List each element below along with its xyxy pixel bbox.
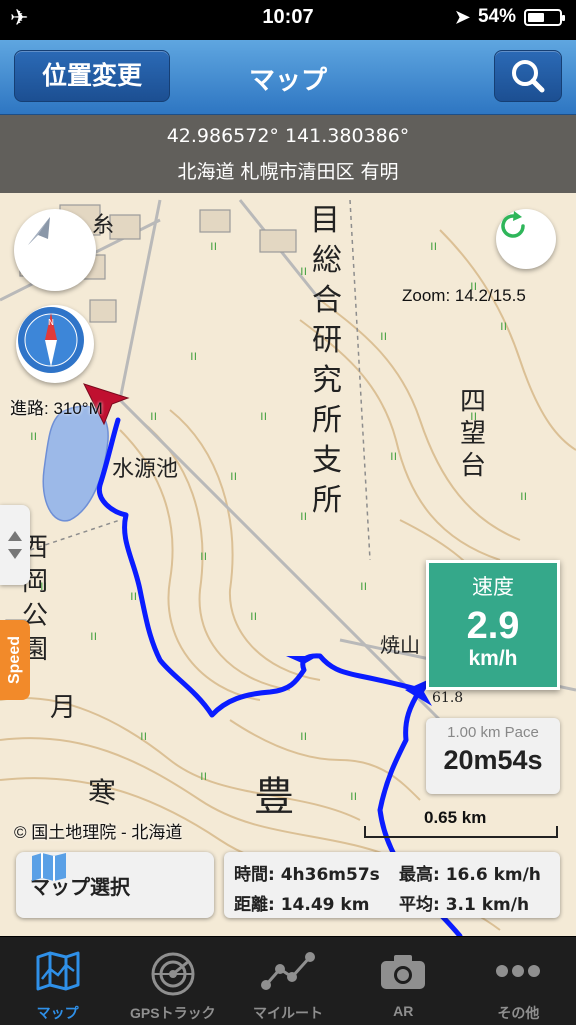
more-icon [496,965,541,977]
location-arrow-icon: ➤ [454,6,470,27]
speed-panel: 速度 2.9 km/h [426,560,560,690]
svg-text:水源池: 水源池 [112,457,178,482]
svg-text:所: 所 [312,403,342,438]
map-select-button[interactable]: マップ選択 [16,852,214,918]
svg-text:研: 研 [312,323,342,358]
navigation-arrow-icon [28,217,50,245]
svg-text:豊: 豊 [254,774,294,820]
stat-distance: 距離: 14.49 km [234,895,370,915]
svg-text:ıı: ıı [380,329,387,344]
map-layer-toggle[interactable] [0,505,30,585]
svg-text:ıı: ıı [300,729,307,744]
svg-text:寒: 寒 [88,776,116,809]
speed-unit: km/h [468,647,518,670]
location-info-bar: 42.986572° 141.380386° 北海道 札幌市清田区 有明 [0,115,576,193]
svg-text:ıı: ıı [350,789,357,804]
tab-label: AR [393,1003,414,1019]
svg-text:総: 総 [312,243,342,278]
up-down-arrows-icon [8,531,22,559]
refresh-icon [501,211,525,238]
track-stats: 時間: 4h36m57s 最高: 16.6 km/h 距離: 14.49 km … [224,852,560,918]
svg-text:ıı: ıı [30,429,37,444]
route-icon [261,952,315,990]
battery-percent: 54% [477,6,516,27]
svg-text:ıı: ıı [300,509,307,524]
map-view[interactable]: ıı ıı ıı ıı ıı ıı ıı ıı ıı ıı ıı ıı ıı ıı ıı ıı ıı ı… [0,193,576,936]
compass-icon: N [18,307,84,373]
svg-text:61.8: 61.8 [432,690,463,706]
svg-text:糸: 糸 [92,213,114,238]
svg-text:ıı: ıı [150,409,157,424]
stat-avg: 平均: 3.1 km/h [399,895,530,915]
svg-text:焼山: 焼山 [380,633,420,657]
map-icon [36,951,80,991]
search-icon [512,60,545,93]
tab-gps-track[interactable]: GPSトラック [115,937,230,1025]
svg-text:ıı: ıı [360,579,367,594]
coordinates: 42.986572° 141.380386° [166,125,410,147]
pace-value: 20m54s [443,745,543,775]
svg-text:ıı: ıı [130,589,137,604]
svg-text:合: 合 [312,283,342,318]
svg-text:ıı: ıı [250,609,257,624]
speed-label: 速度 [472,575,514,599]
tab-my-route[interactable]: マイルート [230,937,345,1025]
zoom-level: Zoom: 14.2/15.5 [402,286,526,305]
refresh-button[interactable] [496,209,556,269]
status-bar: ✈ 10:07 ➤ 54% [0,0,576,40]
address: 北海道 札幌市清田区 有明 [177,161,399,183]
page-title: マップ [248,66,327,96]
navigation-bar: 位置変更 マップ [0,40,576,115]
locate-button[interactable] [14,209,96,291]
camera-icon [381,955,426,989]
svg-text:月: 月 [50,693,76,723]
stat-time: 時間: 4h36m57s [234,865,380,885]
battery-icon [524,8,565,26]
scale-label: 0.65 km [424,808,487,827]
svg-text:四: 四 [460,387,486,417]
svg-text:ıı: ıı [430,239,437,254]
svg-text:ıı: ıı [230,469,237,484]
speed-tab[interactable]: Speed [0,620,30,700]
map-copyright: © 国土地理院 - 北海道 [14,823,183,842]
pace-panel: 1.00 km Pace 20m54s [426,718,560,794]
map-icon [32,853,66,881]
tab-ar[interactable]: AR [346,937,461,1025]
pace-label: 1.00 km Pace [447,724,539,741]
tab-more[interactable]: その他 [461,937,576,1025]
svg-text:望: 望 [460,419,486,449]
radar-icon [151,952,195,996]
svg-text:ıı: ıı [500,319,507,334]
tab-map[interactable]: マップ [0,937,115,1025]
tab-label: マイルート [253,1005,323,1021]
svg-text:ıı: ıı [260,409,267,424]
svg-text:ıı: ıı [520,489,527,504]
svg-text:台: 台 [460,451,486,481]
status-right: ➤ 54% [454,6,565,28]
svg-text:ıı: ıı [200,549,207,564]
svg-text:究: 究 [312,363,342,398]
tab-bar: マップ GPSトラック マイルート AR その他 [0,936,576,1025]
label-top: 目 [310,203,340,238]
svg-text:ıı: ıı [300,264,307,279]
speed-tab-label: Speed [6,635,23,685]
svg-text:ıı: ıı [200,769,207,784]
svg-text:ıı: ıı [210,239,217,254]
svg-text:所: 所 [312,483,342,518]
svg-text:ıı: ıı [90,629,97,644]
speed-value: 2.9 [466,605,520,647]
scale-bar [364,826,558,838]
svg-text:ıı: ıı [390,449,397,464]
svg-text:N: N [48,318,54,327]
search-button[interactable] [494,50,562,102]
compass-button[interactable]: N [16,305,94,383]
tab-label: その他 [497,1005,540,1021]
svg-text:支: 支 [312,443,342,478]
svg-text:ıı: ıı [190,349,197,364]
tab-label: GPSトラック [130,1005,216,1021]
svg-text:ıı: ıı [140,729,147,744]
stat-max: 最高: 16.6 km/h [399,865,541,885]
tab-label: マップ [36,1005,79,1021]
heading-label: 進路: 310°M [10,399,103,418]
